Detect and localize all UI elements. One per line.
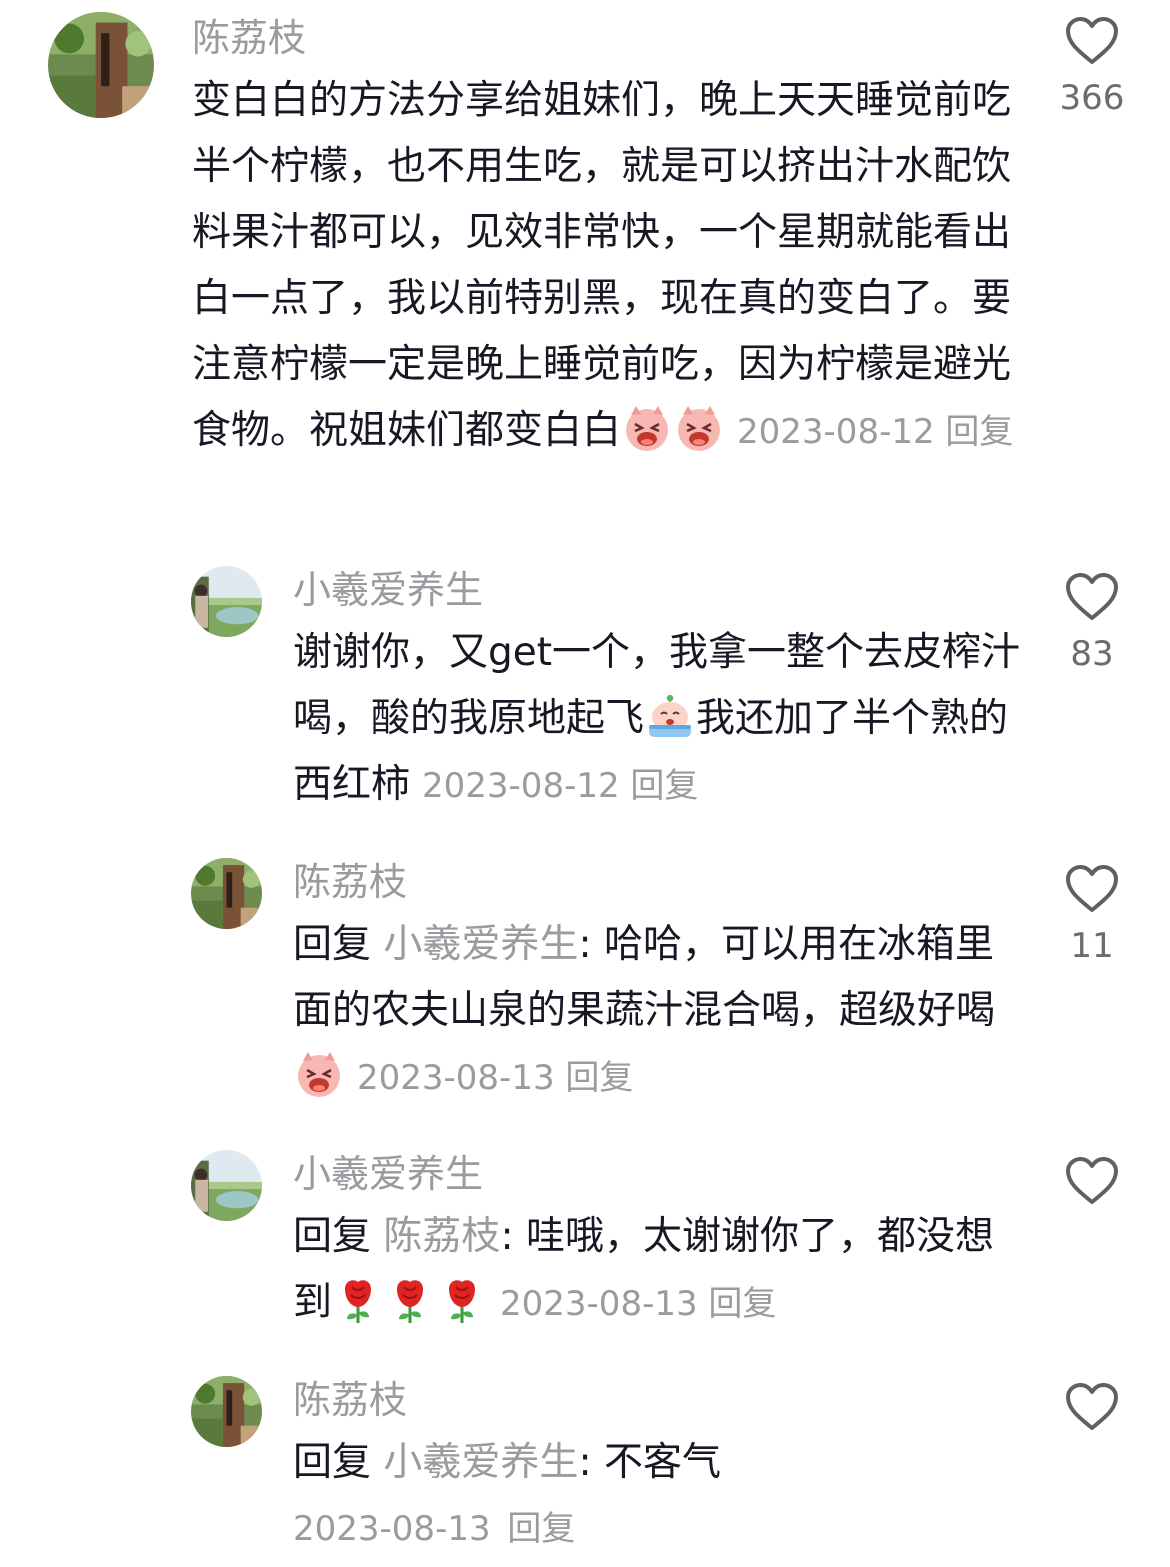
heart-icon[interactable] xyxy=(1065,1382,1119,1432)
laughing-pig-emoji xyxy=(294,1049,344,1099)
heart-icon[interactable] xyxy=(1065,572,1119,622)
like-button[interactable] xyxy=(1052,1382,1132,1432)
like-button[interactable]: 83 xyxy=(1052,572,1132,676)
rose-emoji xyxy=(333,1275,383,1325)
rose-emoji xyxy=(437,1275,487,1325)
reply-prefix: 回复 xyxy=(293,922,372,967)
like-button[interactable] xyxy=(1052,1156,1132,1206)
avatar[interactable] xyxy=(48,12,154,118)
like-count: 11 xyxy=(1070,926,1114,966)
comment-date: 2023-08-13 xyxy=(357,1058,555,1098)
mention-username[interactable]: 小羲爱养生 xyxy=(383,1440,578,1485)
comment-username[interactable]: 小羲爱养生 xyxy=(293,1144,1023,1204)
rose-emoji xyxy=(385,1275,435,1325)
reply-button[interactable]: 回复 xyxy=(507,1509,575,1549)
comment-meta: 2023-08-13 回复 xyxy=(293,1496,1023,1562)
comment-text: 变白白的方法分享给姐妹们，晚上天天睡觉前吃半个柠檬，也不用生吃，就是可以挤出汁水… xyxy=(192,68,1022,465)
comment-username[interactable]: 陈荔枝 xyxy=(293,852,1023,912)
laughing-pig-emoji xyxy=(622,403,672,453)
comment-username[interactable]: 陈荔枝 xyxy=(293,1370,1023,1430)
like-count: 83 xyxy=(1070,634,1114,674)
comment-date: 2023-08-13 xyxy=(500,1284,698,1324)
avatar[interactable] xyxy=(191,1150,262,1221)
heart-icon[interactable] xyxy=(1065,1156,1119,1206)
comment-text: 回复 陈荔枝: 哇哦，太谢谢你了，都没想到 2023-08-13 回复 xyxy=(293,1204,1023,1337)
comment-text: 谢谢你，又get一个，我拿一整个去皮榨汁喝，酸的我原地起飞 我还加了半个熟的西红柿… xyxy=(293,620,1023,819)
laughing-pig-emoji xyxy=(674,403,724,453)
comment-username[interactable]: 陈荔枝 xyxy=(192,8,1022,68)
avatar[interactable] xyxy=(191,1376,262,1447)
reply-button[interactable]: 回复 xyxy=(708,1284,776,1324)
mention-username[interactable]: 陈荔枝 xyxy=(383,1214,500,1259)
like-count: 366 xyxy=(1059,78,1125,118)
comment-date: 2023-08-12 xyxy=(422,766,620,806)
reply-prefix: 回复 xyxy=(293,1440,372,1485)
comment-text-content: 变白白的方法分享给姐妹们，晚上天天睡觉前吃半个柠檬，也不用生吃，就是可以挤出汁水… xyxy=(192,78,1012,453)
comment-date: 2023-08-12 xyxy=(737,412,935,452)
comment-text: 回复 小羲爱养生: 不客气 xyxy=(293,1430,1023,1496)
comment-date: 2023-08-13 xyxy=(293,1509,491,1549)
reply-prefix: 回复 xyxy=(293,1214,372,1259)
like-button[interactable]: 366 xyxy=(1052,16,1132,120)
avatar[interactable] xyxy=(191,566,262,637)
avatar[interactable] xyxy=(191,858,262,929)
comment-username[interactable]: 小羲爱养生 xyxy=(293,560,1023,620)
comment-text: 回复 小羲爱养生: 哈哈，可以用在冰箱里面的农夫山泉的果蔬汁混合喝，超级好喝20… xyxy=(293,912,1023,1111)
comment-text-content: : 不客气 xyxy=(578,1440,721,1485)
crying-peach-emoji xyxy=(645,691,695,741)
reply-button[interactable]: 回复 xyxy=(565,1058,633,1098)
mention-username[interactable]: 小羲爱养生 xyxy=(383,922,578,967)
reply-button[interactable]: 回复 xyxy=(945,412,1013,452)
like-button[interactable]: 11 xyxy=(1052,864,1132,968)
reply-button[interactable]: 回复 xyxy=(630,766,698,806)
heart-icon[interactable] xyxy=(1065,16,1119,66)
heart-icon[interactable] xyxy=(1065,864,1119,914)
